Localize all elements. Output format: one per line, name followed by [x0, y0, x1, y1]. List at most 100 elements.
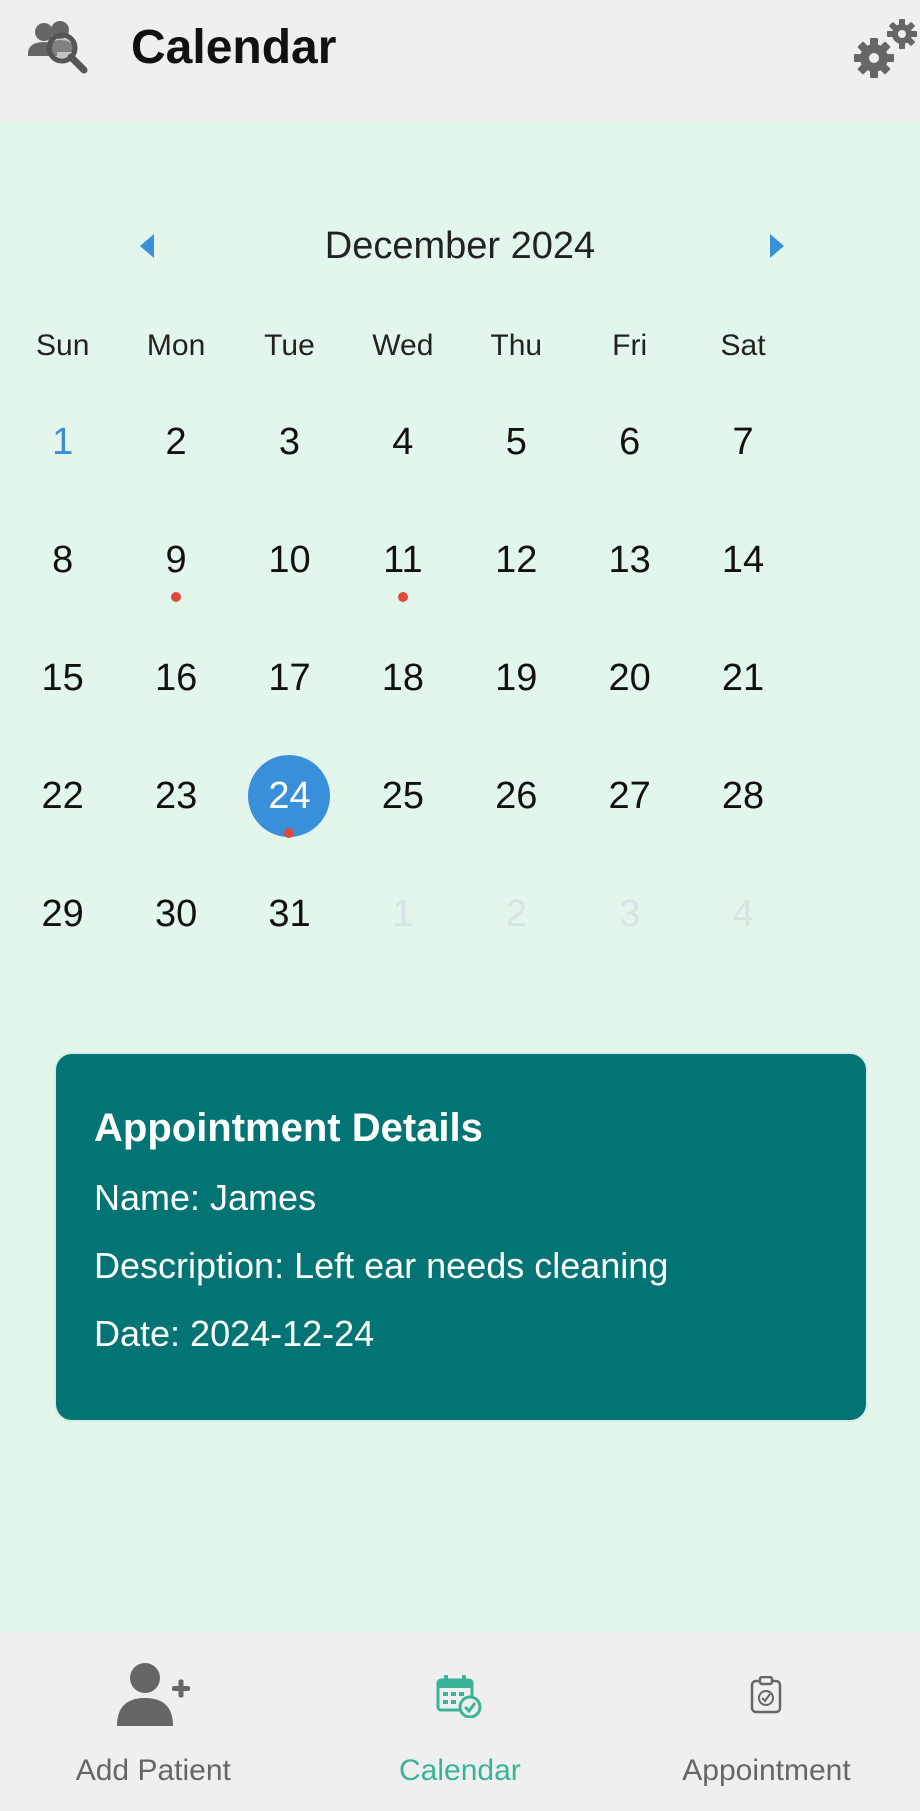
calendar-day[interactable]: 29	[6, 855, 119, 973]
calendar-day[interactable]: 22	[6, 737, 119, 855]
top-app-bar: Calendar	[0, 0, 920, 122]
calendar-day-number: 14	[721, 539, 765, 581]
calendar-week-row: 29 30 31 1 2 3 4	[6, 855, 914, 973]
tab-calendar[interactable]: Calendar	[307, 1632, 614, 1811]
weekday-label: Fri	[612, 329, 648, 362]
next-month-arrow-icon[interactable]	[756, 226, 796, 266]
calendar-day[interactable]: 1	[346, 855, 459, 973]
calendar-day-number: 20	[608, 657, 651, 699]
weekday-header: Sun Mon Tue Wed Thu Fri Sat	[6, 322, 914, 370]
calendar-day[interactable]: 19	[460, 619, 573, 737]
settings-gears-icon[interactable]	[852, 16, 920, 80]
calendar-day-number: 1	[392, 893, 414, 935]
calendar-day[interactable]: 14	[686, 501, 799, 619]
calendar-day-grid: 1 2 3 4 5 6 7 8 9 10 11 12 13 14 15 16 17 18 19 20 21 22 23 24 2…	[6, 383, 914, 973]
tab-label: Add Patient	[75, 1754, 231, 1787]
calendar-day-number: 2	[165, 421, 187, 463]
tab-label: Calendar	[399, 1754, 521, 1787]
calendar-day[interactable]: 13	[573, 501, 686, 619]
calendar-day-number: 15	[41, 657, 84, 699]
clipboard-check-icon	[750, 1675, 782, 1719]
calendar-day[interactable]: 3	[233, 383, 346, 501]
weekday-label: Tue	[264, 329, 315, 362]
calendar-day[interactable]: 18	[346, 619, 459, 737]
search-users-icon[interactable]	[24, 18, 92, 78]
calendar-day-number: 1	[52, 421, 74, 463]
calendar-day-number: 2	[505, 893, 527, 935]
calendar-day-number: 4	[392, 421, 414, 463]
calendar-day[interactable]: 23	[119, 737, 232, 855]
calendar-day-number: 26	[495, 775, 538, 817]
calendar-day[interactable]: 4	[686, 855, 799, 973]
calendar-day[interactable]: 12	[460, 501, 573, 619]
appointment-description: Description: Left ear needs cleaning	[94, 1245, 669, 1286]
calendar-day[interactable]: 15	[6, 619, 119, 737]
calendar-day[interactable]: 11	[346, 501, 459, 619]
calendar-day-number: 25	[381, 775, 424, 817]
calendar-day[interactable]: 17	[233, 619, 346, 737]
calendar-day[interactable]: 20	[573, 619, 686, 737]
calendar-day[interactable]: 2	[119, 383, 232, 501]
calendar-day[interactable]: 16	[119, 619, 232, 737]
weekday-label: Sun	[36, 329, 90, 362]
calendar-day-number: 30	[154, 893, 198, 935]
calendar-day-number: 23	[154, 775, 198, 817]
calendar-day[interactable]: 27	[573, 737, 686, 855]
calendar-day-number: 12	[495, 539, 538, 581]
appointment-name: Name: James	[94, 1177, 317, 1218]
calendar-day[interactable]: 1	[6, 383, 119, 501]
calendar-day-number: 28	[721, 775, 765, 817]
calendar-day[interactable]: 31	[233, 855, 346, 973]
calendar-day-number: 3	[619, 893, 641, 935]
calendar-day-number: 18	[381, 657, 424, 699]
calendar-day[interactable]: 9	[119, 501, 232, 619]
weekday-label: Wed	[372, 329, 434, 362]
tab-label: Appointment	[682, 1754, 851, 1787]
appointment-date: Date: 2024-12-24	[94, 1313, 375, 1354]
page-title: Calendar	[131, 21, 337, 74]
calendar-day[interactable]: 7	[686, 383, 799, 501]
event-marker-dot	[397, 592, 408, 602]
tab-appointment[interactable]: Appointment	[613, 1632, 920, 1811]
tab-add-patient[interactable]: Add Patient	[0, 1632, 307, 1811]
calendar-day-number: 6	[619, 421, 641, 463]
calendar-day-number: 19	[495, 657, 538, 699]
calendar-day[interactable]: 30	[119, 855, 232, 973]
calendar-day[interactable]: 25	[346, 737, 459, 855]
calendar-day[interactable]: 3	[573, 855, 686, 973]
calendar-day-selected[interactable]: 24	[233, 737, 346, 855]
calendar-day-number: 27	[608, 775, 651, 817]
calendar-day[interactable]: 4	[346, 383, 459, 501]
calendar-day[interactable]: 10	[233, 501, 346, 619]
month-navigation: December 2024	[0, 218, 920, 274]
calendar-day-number: 3	[278, 421, 301, 463]
calendar-day-number: 31	[268, 893, 311, 935]
bottom-navigation-bar: Add Patient Calendar Appointment	[0, 1632, 920, 1811]
calendar-day[interactable]: 28	[686, 737, 799, 855]
appointment-details-title: Appointment Details	[94, 1106, 483, 1150]
calendar-day-number: 7	[732, 421, 754, 463]
add-user-icon	[117, 1662, 191, 1733]
calendar-day[interactable]: 6	[573, 383, 686, 501]
weekday-label: Thu	[490, 329, 543, 362]
calendar-day[interactable]: 5	[460, 383, 573, 501]
calendar-day[interactable]: 8	[6, 501, 119, 619]
app-root: Calendar December 2024 Sun Mon Tue Wed T…	[0, 0, 920, 1811]
calendar-week-row: 22 23 24 25 26 27 28	[6, 737, 914, 855]
weekday-label: Sat	[720, 329, 766, 362]
calendar-day-number: 16	[154, 657, 198, 699]
calendar-day-number: 22	[41, 775, 84, 817]
calendar-day-number: 4	[732, 893, 754, 935]
calendar-day-number: 10	[268, 539, 311, 581]
appointment-details-card: Appointment Details Name: James Descript…	[54, 1052, 868, 1422]
calendar-day-number: 17	[268, 657, 311, 699]
calendar-day[interactable]: 2	[460, 855, 573, 973]
calendar-day-number: 5	[505, 421, 527, 463]
calendar-day-number: 13	[608, 539, 651, 581]
calendar-week-row: 15 16 17 18 19 20 21	[6, 619, 914, 737]
calendar-day[interactable]: 26	[460, 737, 573, 855]
calendar-day[interactable]: 21	[686, 619, 799, 737]
calendar-week-row: 8 9 10 11 12 13 14	[6, 501, 914, 619]
calendar-day-number: 21	[721, 657, 765, 699]
calendar-day-number: 8	[52, 539, 74, 581]
